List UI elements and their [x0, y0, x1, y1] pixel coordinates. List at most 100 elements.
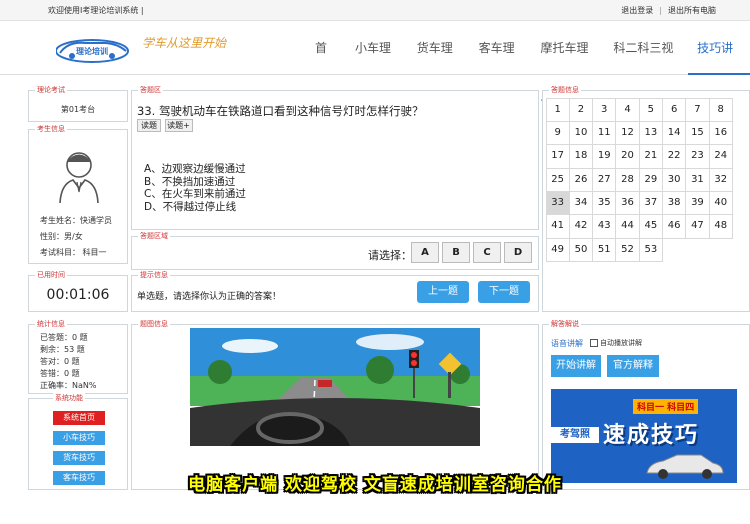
nav-car-theory[interactable]: 小车理论 — [346, 21, 408, 109]
read-question-button[interactable]: 读题 — [137, 119, 161, 132]
option-b[interactable]: B、不换挡加速通过 — [144, 176, 246, 189]
choice-b-button[interactable]: B — [442, 242, 470, 263]
logout-link[interactable]: 退出登录 — [621, 6, 653, 15]
question-number-cell[interactable]: 37 — [638, 191, 663, 216]
question-number-cell[interactable]: 12 — [615, 120, 640, 146]
question-number-cell[interactable]: 27 — [592, 167, 617, 193]
choice-c-button[interactable]: C — [473, 242, 501, 263]
question-number-cell[interactable]: 42 — [568, 214, 594, 239]
car-tips-button[interactable]: 小车技巧 — [53, 431, 105, 445]
read-question-plus-button[interactable]: 读题+ — [164, 119, 193, 132]
question-number-cell[interactable]: 3 — [592, 97, 617, 122]
question-number-cell[interactable]: 2 — [568, 97, 594, 122]
option-c[interactable]: C、在火车到来前通过 — [144, 188, 246, 201]
panel-title: 已用时间 — [35, 270, 67, 280]
question-panel: 答题区 33. 驾驶机动车在铁路道口看到这种信号灯时怎样行驶？ 读题 读题+ A… — [131, 85, 539, 230]
logo[interactable]: 理论培训 — [55, 37, 132, 63]
question-number-cell[interactable]: 31 — [685, 167, 710, 193]
question-number-cell[interactable]: 13 — [638, 120, 663, 146]
question-number-cell[interactable]: 44 — [615, 214, 640, 239]
next-question-button[interactable]: 下一题 — [478, 281, 530, 303]
question-number-cell[interactable]: 11 — [592, 120, 617, 146]
auto-play-checkbox[interactable] — [590, 339, 598, 347]
question-number-cell[interactable]: 17 — [545, 144, 570, 169]
panel-title: 答题区 — [138, 85, 163, 95]
stat-correct: 答对：0 题 — [40, 357, 80, 366]
question-number-cell[interactable]: 49 — [545, 237, 570, 263]
question-number-cell[interactable]: 15 — [685, 120, 710, 146]
question-number-cell[interactable]: 51 — [592, 237, 617, 263]
question-number-cell[interactable]: 18 — [568, 144, 594, 169]
question-number-cell[interactable]: 16 — [708, 120, 733, 146]
question-number-cell[interactable]: 24 — [708, 144, 733, 169]
question-number-cell[interactable]: 36 — [615, 191, 640, 216]
option-a[interactable]: A、边观察边缓慢通过 — [144, 163, 246, 176]
question-number-cell[interactable]: 32 — [708, 167, 733, 193]
panel-title: 解答解说 — [549, 319, 581, 329]
question-number-cell[interactable]: 6 — [661, 97, 687, 122]
nav-videos[interactable]: 科二科三视频 — [604, 21, 688, 109]
timer-panel: 已用时间 00:01:06 — [28, 270, 128, 312]
question-number-cell[interactable]: 5 — [638, 97, 663, 122]
nav-truck-theory[interactable]: 货车理论 — [408, 21, 470, 109]
question-number-cell[interactable]: 53 — [638, 237, 663, 263]
question-number-cell[interactable]: 30 — [661, 167, 687, 193]
question-number-cell[interactable]: 43 — [592, 214, 617, 239]
question-number-cell[interactable]: 47 — [685, 214, 710, 239]
question-number-cell[interactable]: 39 — [685, 191, 710, 216]
question-number-cell[interactable]: 9 — [545, 120, 570, 146]
system-home-button[interactable]: 系统首页 — [53, 411, 105, 425]
question-number-cell[interactable]: 35 — [592, 191, 617, 216]
question-number-cell[interactable]: 33 — [545, 191, 570, 216]
question-number-cell[interactable]: 52 — [615, 237, 640, 263]
start-explain-button[interactable]: 开始讲解 — [551, 355, 601, 377]
question-number-cell[interactable]: 41 — [545, 214, 570, 239]
question-number-cell[interactable]: 45 — [638, 214, 663, 239]
question-number-cell[interactable]: 10 — [568, 120, 594, 146]
stat-answered: 已答题：0 题 — [40, 333, 88, 342]
question-number-cell[interactable]: 46 — [661, 214, 687, 239]
question-number-cell[interactable]: 21 — [638, 144, 663, 169]
question-number-cell[interactable]: 4 — [615, 97, 640, 122]
question-number-cell[interactable]: 22 — [661, 144, 687, 169]
question-number-cell[interactable]: 28 — [615, 167, 640, 193]
question-number-cell[interactable]: 1 — [545, 97, 570, 122]
question-number-cell[interactable]: 48 — [708, 214, 733, 239]
question-number-cell[interactable]: 38 — [661, 191, 687, 216]
question-number-cell[interactable]: 50 — [568, 237, 594, 263]
question-number-cell[interactable]: 25 — [545, 167, 570, 193]
nav-motorcycle-theory[interactable]: 摩托车理论 — [532, 21, 605, 109]
question-number-cell[interactable]: 20 — [615, 144, 640, 169]
option-d[interactable]: D、不得越过停止线 — [144, 201, 246, 214]
panel-title: 答题信息 — [549, 85, 581, 95]
question-number-cell[interactable]: 8 — [708, 97, 733, 122]
question-number-cell[interactable]: 19 — [592, 144, 617, 169]
top-links: 退出登录 | 退出所有电脑 — [621, 5, 716, 16]
question-number-cell[interactable]: 23 — [685, 144, 710, 169]
question-number-cell[interactable]: 7 — [685, 97, 710, 122]
prev-question-button[interactable]: 上一题 — [417, 281, 469, 303]
panel-title: 题图信息 — [138, 319, 170, 329]
choice-d-button[interactable]: D — [504, 242, 532, 263]
question-number-cell[interactable]: 26 — [568, 167, 594, 193]
truck-tips-button[interactable]: 货车技巧 — [53, 451, 105, 465]
stat-remaining: 剩余：53 题 — [40, 345, 85, 354]
question-number-cell[interactable]: 40 — [708, 191, 733, 216]
question-number-cell[interactable]: 29 — [638, 167, 663, 193]
elapsed-time: 00:01:06 — [46, 287, 110, 303]
choice-a-button[interactable]: A — [411, 242, 439, 263]
nav-tips[interactable]: 技巧讲解 — [688, 21, 750, 109]
nav-bus-theory[interactable]: 客车理论 — [470, 21, 532, 109]
panel-title: 提示信息 — [138, 270, 170, 280]
official-explain-button[interactable]: 官方解释 — [607, 355, 659, 377]
nav-home[interactable]: 首页 — [306, 21, 346, 109]
panel-title: 理论考试 — [35, 85, 67, 95]
question-number-cell[interactable]: 14 — [661, 120, 687, 146]
panel-title: 系统功能 — [53, 393, 85, 403]
examinee-name: 考生姓名：快通学员 — [40, 216, 112, 225]
ad-banner[interactable]: 考驾照 科目一 科目四 速成技巧 — [551, 389, 737, 483]
voice-explain-link[interactable]: 语音讲解 — [551, 338, 583, 349]
question-number-cell[interactable]: 34 — [568, 191, 594, 216]
logout-all-link[interactable]: 退出所有电脑 — [668, 6, 716, 15]
image-info-panel: 题图信息 — [131, 319, 539, 490]
